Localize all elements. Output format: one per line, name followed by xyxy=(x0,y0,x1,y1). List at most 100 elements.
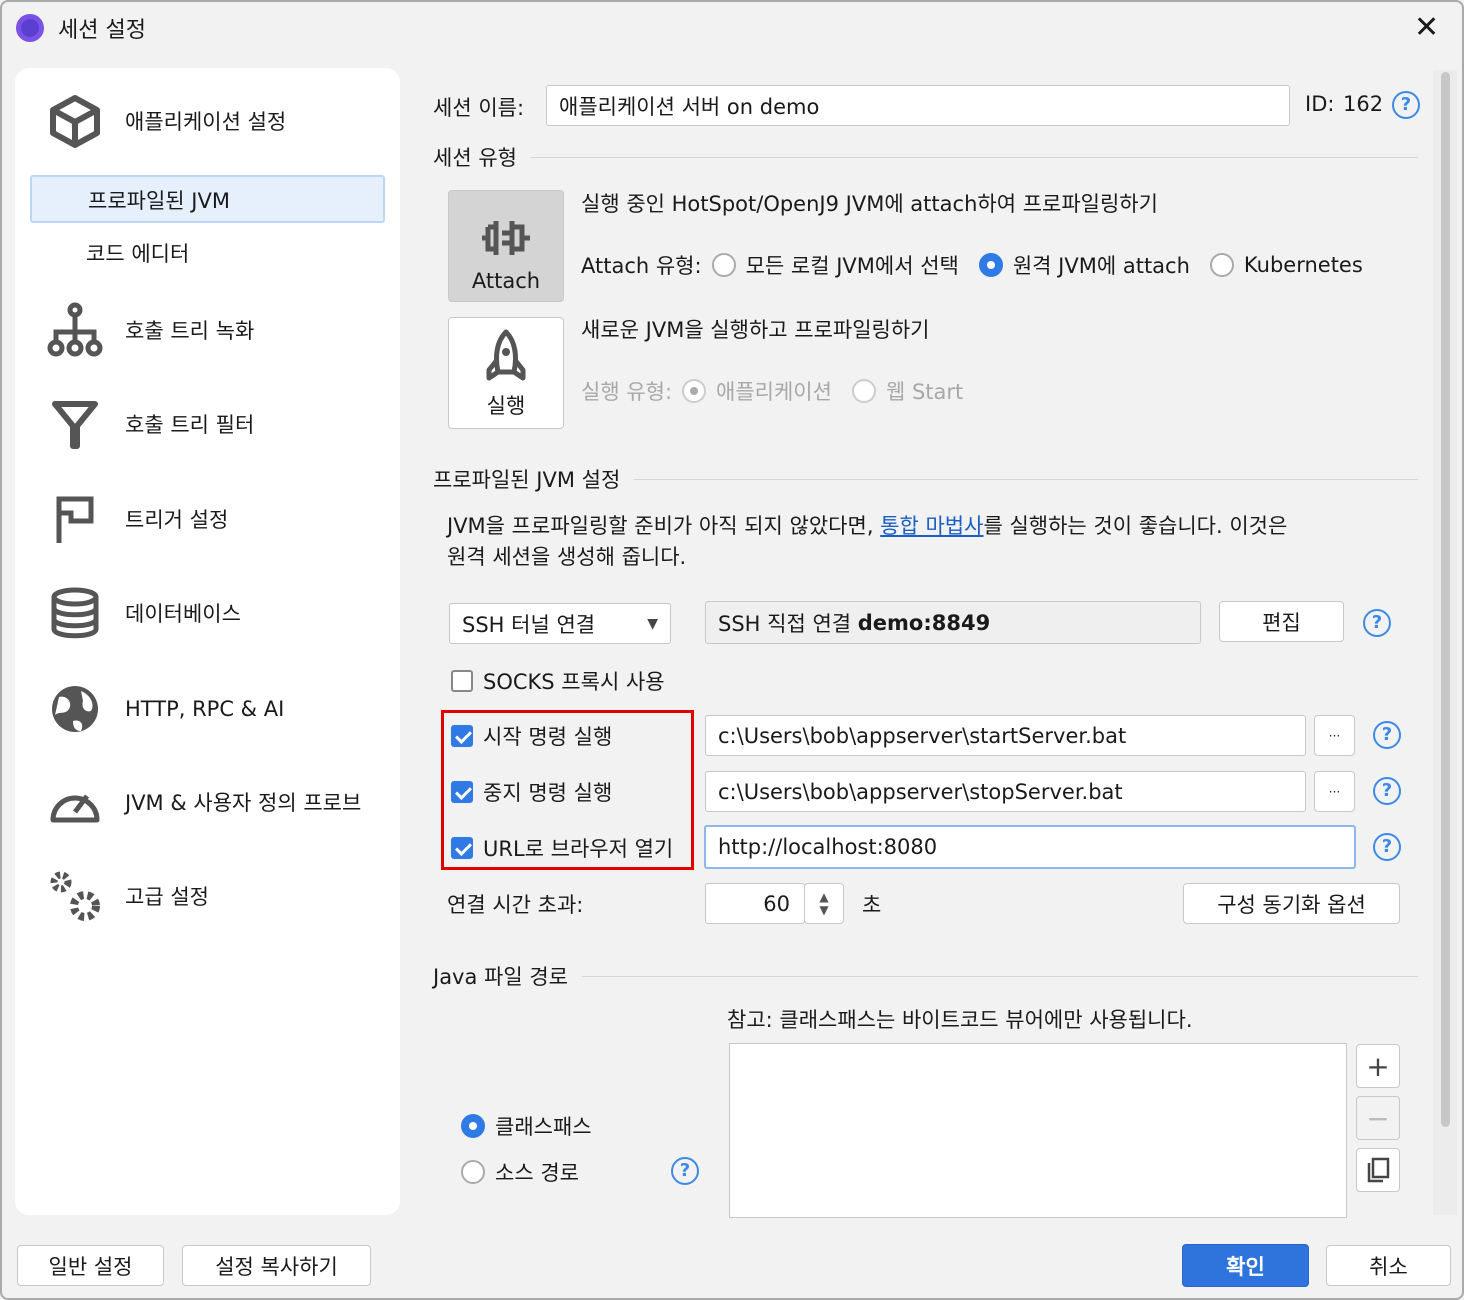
checkbox[interactable] xyxy=(451,725,473,747)
sidebar-item-database[interactable]: 데이터베이스 xyxy=(15,585,241,641)
id-value: 162 xyxy=(1343,92,1384,116)
radio-local-jvm[interactable] xyxy=(711,253,736,277)
sidebar: 애플리케이션 설정 프로파일된 JVM 코드 에디터 호출 트리 녹화 호출 트… xyxy=(15,68,400,1215)
sidebar-item-label: 고급 설정 xyxy=(125,885,209,909)
checkbox[interactable] xyxy=(451,781,473,803)
integration-wizard-link[interactable]: 통합 마법사 xyxy=(880,514,983,538)
add-button[interactable]: + xyxy=(1356,1044,1400,1088)
checkbox[interactable] xyxy=(451,670,473,692)
help-icon[interactable]: ? xyxy=(671,1157,699,1185)
arrow-down-icon[interactable]: ▼ xyxy=(819,903,828,917)
radio[interactable] xyxy=(461,1114,485,1138)
checkbox-label: 중지 명령 실행 xyxy=(483,781,613,805)
radio-label: 소스 경로 xyxy=(495,1161,579,1185)
plus-icon: + xyxy=(1366,1049,1390,1083)
sidebar-item-code-editor[interactable]: 코드 에디터 xyxy=(30,230,385,278)
help-icon[interactable]: ? xyxy=(1373,777,1401,805)
cancel-button[interactable]: 취소 xyxy=(1326,1245,1451,1286)
start-command-checkbox[interactable]: 시작 명령 실행 xyxy=(451,721,612,751)
ok-button[interactable]: 확인 xyxy=(1182,1244,1309,1287)
database-icon xyxy=(51,587,99,639)
radio-source-path[interactable]: 소스 경로 xyxy=(461,1157,579,1187)
radio-remote-jvm[interactable] xyxy=(978,253,1003,277)
launch-type-group: 실행 유형: 애플리케이션 웹 Start xyxy=(581,376,963,406)
browse-stop-button[interactable]: ··· xyxy=(1314,771,1355,812)
app-logo-icon xyxy=(16,14,44,42)
hierarchy-icon xyxy=(47,302,103,357)
scrollbar-track[interactable] xyxy=(1433,70,1457,1215)
sidebar-item-label: 트리거 설정 xyxy=(125,508,229,532)
launch-tile[interactable]: 실행 xyxy=(448,317,564,429)
timeout-label: 연결 시간 초과: xyxy=(447,893,584,917)
radio-application[interactable] xyxy=(682,379,707,403)
filter-icon xyxy=(52,401,98,449)
timeout-spinner[interactable]: ▲ ▼ xyxy=(804,883,844,924)
url-input[interactable]: http://localhost:8080 xyxy=(704,825,1356,869)
java-path-section: Java 파일 경로 xyxy=(433,961,1418,991)
sidebar-item-call-tree-filter[interactable]: 호출 트리 필터 xyxy=(15,396,254,452)
sidebar-item-triggers[interactable]: 트리거 설정 xyxy=(15,491,228,547)
sidebar-item-http-rpc-ai[interactable]: HTTP, RPC & AI xyxy=(15,681,284,737)
copy-settings-button[interactable]: 설정 복사하기 xyxy=(182,1245,371,1286)
remove-button[interactable]: − xyxy=(1356,1096,1400,1140)
copy-button[interactable] xyxy=(1356,1148,1400,1192)
help-icon[interactable]: ? xyxy=(1373,833,1401,861)
general-settings-button[interactable]: 일반 설정 xyxy=(17,1245,164,1286)
rocket-icon xyxy=(486,329,526,381)
stop-command-input[interactable]: c:\Users\bob\appserver\stopServer.bat xyxy=(705,771,1306,812)
session-name-input[interactable]: 애플리케이션 서버 on demo xyxy=(546,85,1290,126)
sidebar-item-profiled-jvm[interactable]: 프로파일된 JVM xyxy=(30,175,385,223)
attach-tile-label: Attach xyxy=(471,269,541,293)
sidebar-item-label: 데이터베이스 xyxy=(125,602,241,626)
radio-kubernetes[interactable] xyxy=(1209,253,1234,277)
checkbox-label: 시작 명령 실행 xyxy=(483,725,613,749)
radio-classpath[interactable]: 클래스패스 xyxy=(461,1111,592,1141)
edit-button[interactable]: 편집 xyxy=(1219,601,1344,642)
sidebar-item-jvm-probes[interactable]: JVM & 사용자 정의 프로브 xyxy=(15,774,361,830)
jvm-settings-section: 프로파일된 JVM 설정 xyxy=(433,464,1418,494)
close-button[interactable]: ✕ xyxy=(1414,10,1439,45)
attach-type-group: Attach 유형: 모든 로컬 JVM에서 선택 원격 JVM에 attach… xyxy=(581,250,1363,280)
sidebar-item-app-settings[interactable]: 애플리케이션 설정 xyxy=(15,93,286,149)
attach-type-label: Attach 유형: xyxy=(581,254,702,278)
chevron-down-icon: ▼ xyxy=(647,615,658,632)
radio-label: 웹 Start xyxy=(885,380,964,404)
section-header: 세션 유형 xyxy=(433,146,517,170)
stop-command-checkbox[interactable]: 중지 명령 실행 xyxy=(451,777,612,807)
radio-label: 클래스패스 xyxy=(495,1115,592,1139)
scrollbar-thumb[interactable] xyxy=(1440,72,1450,1127)
session-name-label: 세션 이름: xyxy=(433,96,525,120)
radio-label: Kubernetes xyxy=(1243,253,1363,277)
arrow-up-icon[interactable]: ▲ xyxy=(819,890,828,904)
help-icon[interactable]: ? xyxy=(1363,609,1391,637)
sidebar-item-label: 호출 트리 필터 xyxy=(125,413,255,437)
section-header: Java 파일 경로 xyxy=(433,965,568,989)
info-text-pre: JVM을 프로파일링할 준비가 아직 되지 않았다면, xyxy=(447,514,881,538)
connection-prefix: SSH 직접 연결 xyxy=(718,611,858,636)
info-text-post: 를 실행하는 것이 좋습니다. 이것은 xyxy=(983,514,1288,538)
radio[interactable] xyxy=(461,1160,485,1184)
socks-proxy-checkbox[interactable]: SOCKS 프록시 사용 xyxy=(451,666,665,696)
checkbox-label: URL로 브라우저 열기 xyxy=(483,837,674,861)
id-label: ID: xyxy=(1305,92,1335,116)
timeout-unit: 초 xyxy=(862,893,882,917)
sidebar-item-label: HTTP, RPC & AI xyxy=(125,697,285,721)
connection-type-select[interactable]: SSH 터널 연결 ▼ xyxy=(449,603,671,644)
gauge-icon xyxy=(50,794,100,823)
timeout-input[interactable]: 60 xyxy=(705,883,805,924)
sync-options-button[interactable]: 구성 동기화 옵션 xyxy=(1183,883,1400,924)
help-icon[interactable]: ? xyxy=(1373,721,1401,749)
radio-web-start[interactable] xyxy=(851,379,876,403)
start-command-input[interactable]: c:\Users\bob\appserver\startServer.bat xyxy=(705,715,1306,756)
plug-icon xyxy=(482,221,530,255)
info-text-line2: 원격 세션을 생성해 줍니다. xyxy=(447,545,687,569)
help-icon[interactable]: ? xyxy=(1392,91,1420,119)
launch-tile-label: 실행 xyxy=(486,394,526,418)
attach-tile[interactable]: Attach xyxy=(448,190,564,302)
sidebar-item-advanced[interactable]: 고급 설정 xyxy=(15,868,209,924)
path-list[interactable] xyxy=(729,1043,1347,1218)
browse-start-button[interactable]: ··· xyxy=(1314,715,1355,756)
checkbox[interactable] xyxy=(451,837,473,859)
open-browser-checkbox[interactable]: URL로 브라우저 열기 xyxy=(451,833,673,863)
sidebar-item-call-tree-recording[interactable]: 호출 트리 녹화 xyxy=(15,302,254,358)
